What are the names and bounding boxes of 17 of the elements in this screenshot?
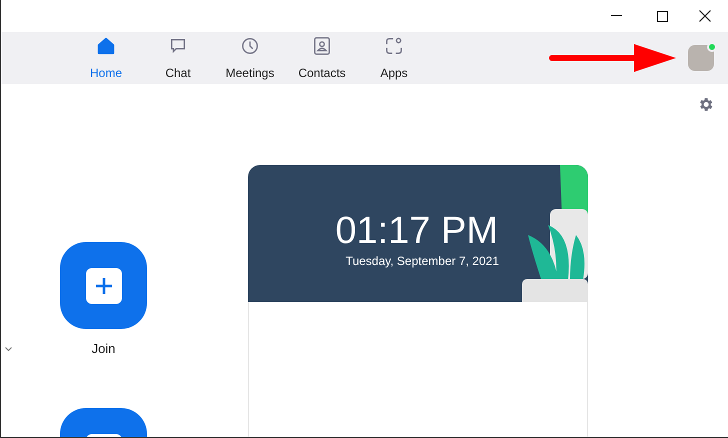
nav-tab[interactable]: Meetings — [214, 36, 286, 80]
minimize-icon[interactable] — [611, 15, 623, 17]
maximize-icon[interactable] — [657, 10, 668, 22]
clock-date: Tuesday, September 7, 2021 — [346, 253, 499, 269]
contact-card-icon — [312, 36, 332, 56]
nav-tab[interactable]: Contacts — [286, 36, 358, 80]
nav-tab[interactable]: Home — [70, 36, 142, 80]
clock-icon — [240, 36, 260, 56]
apps-icon — [384, 36, 404, 56]
close-icon[interactable] — [699, 10, 711, 22]
chevron-down-icon — [5, 347, 12, 352]
button-label: Join — [92, 341, 116, 357]
nav-tab[interactable]: Chat — [142, 36, 214, 80]
plus-icon — [86, 268, 122, 304]
clock-time: 01:17 PM — [335, 209, 498, 253]
nav-tab[interactable]: Apps — [358, 36, 430, 80]
home-icon — [96, 36, 116, 56]
